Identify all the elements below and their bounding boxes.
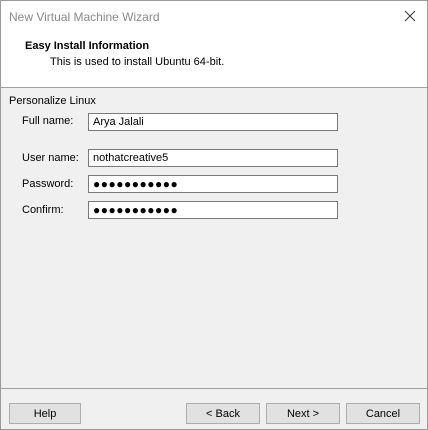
full-name-label: Full name: xyxy=(22,115,74,127)
next-button[interactable]: Next > xyxy=(266,403,340,424)
confirm-label: Confirm: xyxy=(22,204,64,216)
close-icon xyxy=(404,10,416,22)
page-title: Easy Install Information xyxy=(25,40,150,52)
wizard-header: Easy Install Information This is used to… xyxy=(1,31,427,79)
wizard-window: New Virtual Machine Wizard Easy Install … xyxy=(0,0,428,430)
user-name-field[interactable]: nothatcreative5 xyxy=(88,149,338,167)
button-bar: Help < Back Next > Cancel xyxy=(1,389,427,429)
back-button[interactable]: < Back xyxy=(186,403,260,424)
cancel-button[interactable]: Cancel xyxy=(346,403,420,424)
help-button[interactable]: Help xyxy=(9,403,81,424)
window-title: New Virtual Machine Wizard xyxy=(9,10,160,24)
group-label: Personalize Linux xyxy=(9,95,96,107)
user-name-label: User name: xyxy=(22,152,79,164)
full-name-field[interactable]: Arya Jalali xyxy=(88,113,338,131)
title-bar: New Virtual Machine Wizard xyxy=(1,1,427,31)
confirm-field[interactable]: ●●●●●●●●●●● xyxy=(88,201,338,219)
page-subtitle: This is used to install Ubuntu 64-bit. xyxy=(50,56,225,68)
personalize-panel: Personalize Linux Full name: Arya Jalali… xyxy=(1,88,427,388)
password-label: Password: xyxy=(22,178,74,190)
password-field[interactable]: ●●●●●●●●●●● xyxy=(88,175,338,193)
close-button[interactable] xyxy=(399,5,421,27)
